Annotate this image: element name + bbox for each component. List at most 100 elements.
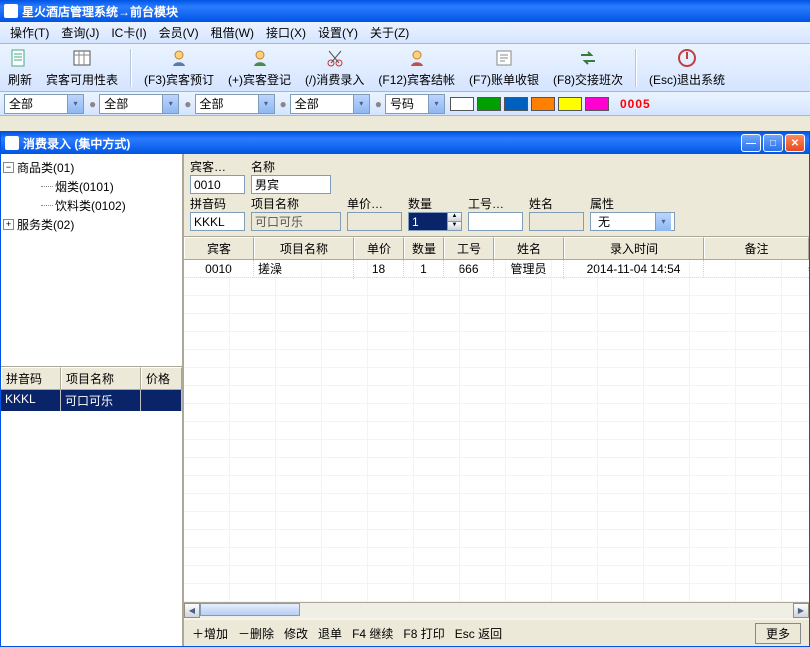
reserve-icon — [168, 47, 190, 69]
chevron-down-icon — [67, 95, 83, 113]
bill-icon — [493, 47, 515, 69]
leftgrid-header-price[interactable]: 价格 — [141, 367, 182, 389]
tree-node-service[interactable]: +服务类(02) — [3, 215, 180, 234]
main-window: 星火酒店管理系统→前台模块 操作(T) 查询(J) IC卡(I) 会员(V) 租… — [0, 0, 810, 647]
status-continue[interactable]: F4 继续 — [352, 625, 393, 642]
filter-combo-2[interactable]: 全部 — [99, 94, 179, 114]
status-add[interactable]: ＋增加 — [192, 625, 228, 642]
guest-field[interactable]: 0010 — [190, 175, 245, 194]
tool-expenses[interactable]: (/)消费录入 — [303, 45, 366, 90]
qty-down[interactable]: ▼ — [448, 221, 461, 230]
grid-header-name[interactable]: 姓名 — [494, 237, 564, 259]
qty-up[interactable]: ▲ — [448, 213, 461, 221]
jobno-label: 工号… — [468, 195, 523, 212]
tool-shift[interactable]: (F8)交接班次 — [551, 45, 625, 90]
maximize-button[interactable]: □ — [763, 134, 783, 152]
filter-number-combo[interactable]: 号码 — [385, 94, 445, 114]
grid-header-qty[interactable]: 数量 — [404, 237, 444, 259]
status-edit[interactable]: 修改 — [284, 625, 308, 642]
minimize-button[interactable]: — — [741, 134, 761, 152]
item-small-grid: 拼音码 项目名称 价格 KKKL 可口可乐 — [1, 366, 182, 646]
staff-label: 姓名 — [529, 195, 584, 212]
status-color-orange[interactable] — [531, 97, 555, 111]
status-refund[interactable]: 退单 — [318, 625, 342, 642]
tree-node-tobacco[interactable]: 烟类(0101) — [3, 177, 180, 196]
menu-setting[interactable]: 设置(Y) — [312, 22, 364, 43]
chevron-down-icon — [655, 213, 671, 231]
staff-field[interactable] — [529, 212, 584, 231]
tree-node-drinks[interactable]: 饮料类(0102) — [3, 196, 180, 215]
tool-availability[interactable]: 宾客可用性表 — [44, 45, 120, 90]
status-color-yellow[interactable] — [558, 97, 582, 111]
chevron-down-icon — [162, 95, 178, 113]
child-icon — [5, 136, 19, 150]
grid-header-price[interactable]: 单价 — [354, 237, 404, 259]
filter-combo-4[interactable]: 全部 — [290, 94, 370, 114]
leftgrid-row-1[interactable]: KKKL 可口可乐 — [1, 390, 182, 411]
close-button[interactable]: ✕ — [785, 134, 805, 152]
exit-icon — [676, 47, 698, 69]
qty-field[interactable]: 1 — [408, 212, 448, 231]
chevron-down-icon — [258, 95, 274, 113]
left-panel: −商品类(01) 烟类(0101) 饮料类(0102) +服务类(02) 拼音码… — [1, 154, 184, 646]
app-title: 星火酒店管理系统→前台模块 — [22, 3, 178, 20]
tool-checkin[interactable]: (+)宾客登记 — [226, 45, 293, 90]
attr-combo[interactable]: 无 — [590, 212, 675, 231]
leftgrid-header-pinyin[interactable]: 拼音码 — [1, 367, 61, 389]
status-print[interactable]: F8 打印 — [403, 625, 444, 642]
status-more[interactable]: 更多 — [755, 623, 801, 644]
refresh-icon — [9, 47, 31, 69]
tool-refresh[interactable]: 刷新 — [6, 45, 34, 90]
expand-icon[interactable]: + — [3, 219, 14, 230]
qty-label: 数量 — [408, 195, 462, 212]
scroll-left-icon[interactable]: ◀ — [184, 603, 200, 618]
filter-combo-3[interactable]: 全部 — [195, 94, 275, 114]
menu-about[interactable]: 关于(Z) — [364, 22, 415, 43]
tool-exit[interactable]: (Esc)退出系统 — [647, 45, 727, 90]
scroll-thumb[interactable] — [200, 603, 300, 616]
status-del[interactable]: －删除 — [238, 625, 274, 642]
expense-grid: 宾客 项目名称 单价 数量 工号 姓名 录入时间 备注 0010 搓澡 — [184, 237, 809, 618]
status-counter: 0005 — [620, 97, 651, 111]
toolbar-separator-2 — [635, 49, 637, 87]
tool-reserve[interactable]: (F3)宾客预订 — [142, 45, 216, 90]
menu-operate[interactable]: 操作(T) — [4, 22, 55, 43]
grid-header-item[interactable]: 项目名称 — [254, 237, 354, 259]
scroll-right-icon[interactable]: ▶ — [793, 603, 809, 618]
status-color-white[interactable] — [450, 97, 474, 111]
tree-node-goods[interactable]: −商品类(01) — [3, 158, 180, 177]
jobno-field[interactable] — [468, 212, 523, 231]
menu-interface[interactable]: 接口(X) — [260, 22, 312, 43]
app-icon — [4, 4, 18, 18]
child-title: 消费录入 (集中方式) — [23, 135, 130, 152]
grid-header-job[interactable]: 工号 — [444, 237, 494, 259]
grid-header-guest[interactable]: 宾客 — [184, 237, 254, 259]
tool-billcollect[interactable]: (F7)账单收银 — [467, 45, 541, 90]
collapse-icon[interactable]: − — [3, 162, 14, 173]
grid-header-time[interactable]: 录入时间 — [564, 237, 704, 259]
availability-icon — [71, 47, 93, 69]
itemname-field[interactable]: 可口可乐 — [251, 212, 341, 231]
filter-combo-1[interactable]: 全部 — [4, 94, 84, 114]
price-field[interactable] — [347, 212, 402, 231]
grid-row-1[interactable]: 0010 搓澡 18 1 666 管理员 2014-11-04 14:54 — [184, 260, 809, 278]
status-back[interactable]: Esc 返回 — [455, 625, 502, 642]
form-area: 宾客… 0010 名称 男宾 拼音码 KKKL — [184, 154, 809, 237]
tool-checkout[interactable]: (F12)宾客结帐 — [376, 45, 457, 90]
menu-query[interactable]: 查询(J) — [55, 22, 105, 43]
menu-ic[interactable]: IC卡(I) — [105, 22, 152, 43]
child-statusbar: ＋增加 －删除 修改 退单 F4 继续 F8 打印 Esc 返回 更多 — [184, 618, 809, 646]
category-tree: −商品类(01) 烟类(0101) 饮料类(0102) +服务类(02) — [1, 154, 182, 366]
status-color-magenta[interactable] — [585, 97, 609, 111]
leftgrid-header-item[interactable]: 项目名称 — [61, 367, 141, 389]
status-color-blue[interactable] — [504, 97, 528, 111]
grid-hscrollbar[interactable]: ◀ ▶ — [184, 602, 809, 618]
toolbar-separator — [130, 49, 132, 87]
menu-member[interactable]: 会员(V) — [153, 22, 205, 43]
checkout-icon — [406, 47, 428, 69]
grid-header-note[interactable]: 备注 — [704, 237, 809, 259]
pinyin-field[interactable]: KKKL — [190, 212, 245, 231]
status-color-green[interactable] — [477, 97, 501, 111]
name-field[interactable]: 男宾 — [251, 175, 331, 194]
menu-rent[interactable]: 租借(W) — [205, 22, 260, 43]
